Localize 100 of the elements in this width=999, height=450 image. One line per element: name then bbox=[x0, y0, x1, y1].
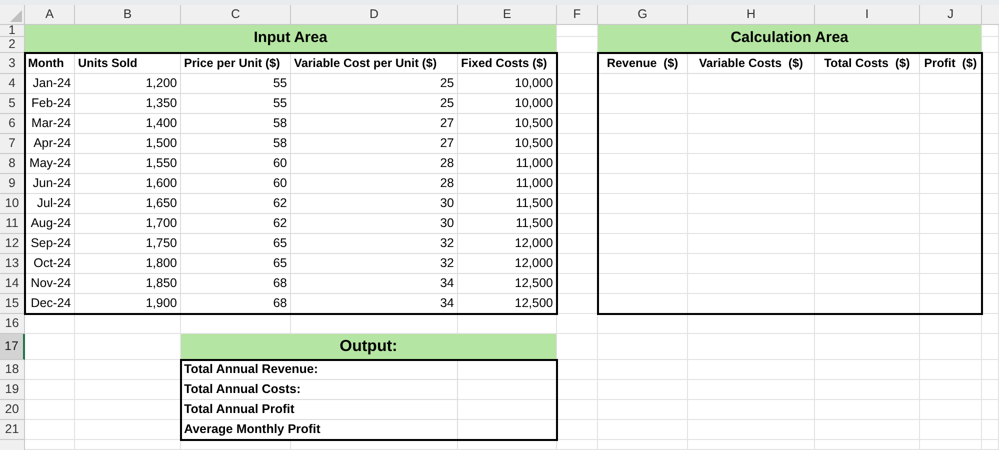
empty-cell[interactable] bbox=[598, 194, 688, 214]
empty-cell[interactable] bbox=[815, 94, 920, 114]
row-header[interactable]: 3 bbox=[0, 53, 25, 74]
empty-cell[interactable] bbox=[982, 134, 999, 154]
empty-cell[interactable] bbox=[982, 154, 999, 174]
empty-cell[interactable] bbox=[982, 420, 999, 440]
row-header[interactable] bbox=[0, 440, 25, 450]
empty-cell[interactable] bbox=[688, 94, 815, 114]
empty-cell[interactable] bbox=[982, 360, 999, 380]
empty-cell[interactable] bbox=[982, 254, 999, 274]
empty-cell[interactable] bbox=[982, 314, 999, 334]
empty-cell[interactable] bbox=[920, 334, 982, 360]
column-header[interactable]: F bbox=[557, 5, 598, 25]
empty-cell[interactable] bbox=[920, 314, 982, 334]
empty-cell[interactable] bbox=[598, 94, 688, 114]
empty-cell[interactable] bbox=[688, 134, 815, 154]
row-header[interactable]: 5 bbox=[0, 94, 25, 114]
empty-cell[interactable] bbox=[688, 380, 815, 400]
row-header[interactable]: 15 bbox=[0, 294, 25, 314]
empty-cell[interactable] bbox=[815, 174, 920, 194]
empty-cell[interactable] bbox=[598, 440, 688, 450]
empty-cell[interactable] bbox=[982, 53, 999, 74]
empty-cell[interactable] bbox=[688, 74, 815, 94]
empty-cell[interactable] bbox=[688, 194, 815, 214]
empty-cell[interactable] bbox=[815, 360, 920, 380]
empty-cell[interactable] bbox=[920, 440, 982, 450]
empty-cell[interactable] bbox=[688, 360, 815, 380]
empty-cell[interactable] bbox=[598, 234, 688, 254]
empty-cell[interactable] bbox=[920, 400, 982, 420]
empty-cell[interactable] bbox=[598, 334, 688, 360]
empty-cell[interactable] bbox=[557, 380, 598, 400]
empty-cell[interactable] bbox=[982, 194, 999, 214]
empty-cell[interactable] bbox=[815, 114, 920, 134]
empty-cell[interactable] bbox=[815, 214, 920, 234]
empty-cell[interactable] bbox=[598, 400, 688, 420]
row-header[interactable]: 20 bbox=[0, 400, 25, 420]
empty-cell[interactable] bbox=[688, 254, 815, 274]
empty-cell[interactable] bbox=[920, 380, 982, 400]
empty-cell[interactable] bbox=[557, 314, 598, 334]
empty-cell[interactable] bbox=[982, 380, 999, 400]
empty-cell[interactable] bbox=[815, 400, 920, 420]
empty-cell[interactable] bbox=[598, 154, 688, 174]
column-header[interactable]: J bbox=[920, 5, 982, 25]
empty-cell[interactable] bbox=[557, 420, 598, 440]
column-header[interactable]: E bbox=[458, 5, 557, 25]
empty-cell[interactable] bbox=[557, 440, 598, 450]
empty-cell[interactable] bbox=[75, 314, 181, 334]
empty-cell[interactable] bbox=[982, 440, 999, 450]
row-header[interactable]: 17 bbox=[0, 334, 25, 360]
empty-cell[interactable] bbox=[982, 274, 999, 294]
empty-cell[interactable] bbox=[815, 440, 920, 450]
empty-cell[interactable] bbox=[815, 154, 920, 174]
empty-cell[interactable] bbox=[982, 25, 999, 37]
empty-cell[interactable] bbox=[688, 400, 815, 420]
empty-cell[interactable] bbox=[982, 294, 999, 314]
empty-cell[interactable] bbox=[688, 154, 815, 174]
select-all-icon[interactable] bbox=[10, 10, 22, 22]
column-header[interactable]: I bbox=[815, 5, 920, 25]
row-header[interactable]: 7 bbox=[0, 134, 25, 154]
empty-cell[interactable] bbox=[688, 334, 815, 360]
empty-cell[interactable] bbox=[815, 380, 920, 400]
row-header[interactable]: 4 bbox=[0, 74, 25, 94]
row-header[interactable]: 16 bbox=[0, 314, 25, 334]
empty-cell[interactable] bbox=[557, 360, 598, 380]
empty-cell[interactable] bbox=[815, 74, 920, 94]
row-header[interactable]: 9 bbox=[0, 174, 25, 194]
row-header[interactable]: 18 bbox=[0, 360, 25, 380]
empty-cell[interactable] bbox=[688, 440, 815, 450]
empty-cell[interactable] bbox=[920, 360, 982, 380]
row-header[interactable]: 19 bbox=[0, 380, 25, 400]
empty-cell[interactable] bbox=[688, 234, 815, 254]
column-header[interactable] bbox=[982, 5, 999, 25]
empty-cell[interactable] bbox=[920, 420, 982, 440]
empty-cell[interactable] bbox=[815, 314, 920, 334]
empty-cell[interactable] bbox=[815, 234, 920, 254]
row-header[interactable]: 8 bbox=[0, 154, 25, 174]
row-header[interactable]: 14 bbox=[0, 274, 25, 294]
row-header[interactable]: 2 bbox=[0, 37, 25, 53]
empty-cell[interactable] bbox=[982, 400, 999, 420]
empty-cell[interactable] bbox=[688, 314, 815, 334]
empty-cell[interactable] bbox=[982, 334, 999, 360]
column-header[interactable]: H bbox=[688, 5, 815, 25]
empty-cell[interactable] bbox=[181, 440, 291, 450]
empty-cell[interactable] bbox=[982, 94, 999, 114]
empty-cell[interactable] bbox=[815, 134, 920, 154]
empty-cell[interactable] bbox=[815, 194, 920, 214]
row-header[interactable]: 1 bbox=[0, 25, 25, 37]
empty-cell[interactable] bbox=[598, 74, 688, 94]
empty-cell[interactable] bbox=[291, 440, 458, 450]
row-header[interactable]: 13 bbox=[0, 254, 25, 274]
empty-cell[interactable] bbox=[982, 174, 999, 194]
column-header[interactable]: D bbox=[291, 5, 458, 25]
empty-cell[interactable] bbox=[557, 37, 598, 53]
empty-cell[interactable] bbox=[982, 37, 999, 53]
row-header[interactable]: 6 bbox=[0, 114, 25, 134]
empty-cell[interactable] bbox=[688, 174, 815, 194]
empty-cell[interactable] bbox=[688, 420, 815, 440]
empty-cell[interactable] bbox=[982, 114, 999, 134]
empty-cell[interactable] bbox=[598, 420, 688, 440]
empty-cell[interactable] bbox=[458, 440, 557, 450]
